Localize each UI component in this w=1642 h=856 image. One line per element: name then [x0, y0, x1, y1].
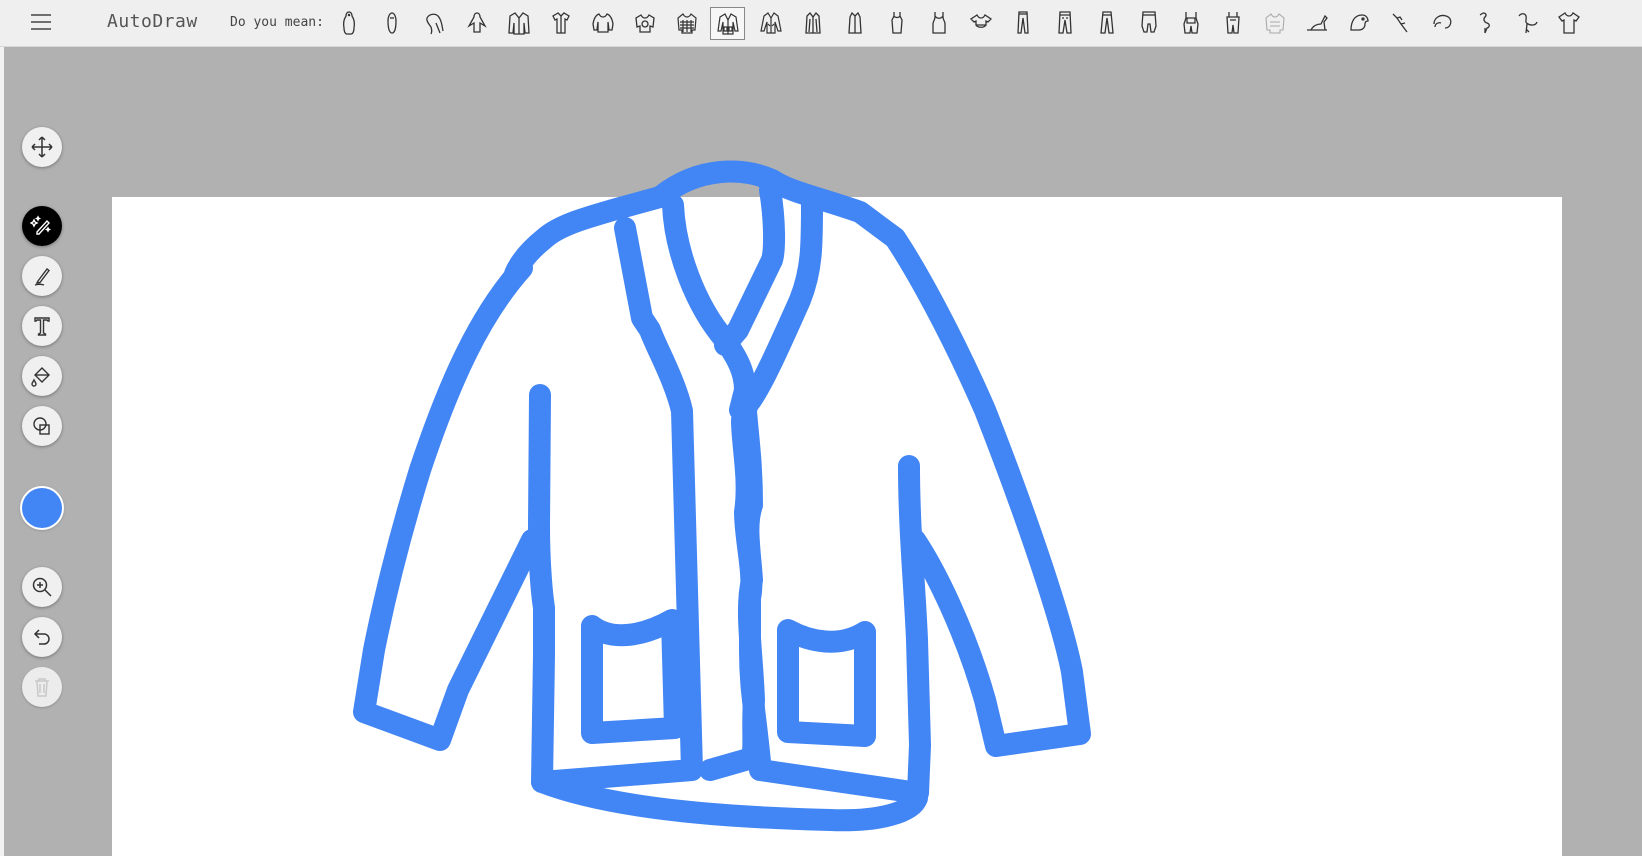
- suggestion-pants-3[interactable]: [1088, 4, 1126, 42]
- suggestion-pants-1[interactable]: [1004, 4, 1042, 42]
- paint-bucket-icon: [31, 367, 50, 387]
- fill-tool[interactable]: [22, 356, 62, 396]
- suggestion-dress-1[interactable]: [878, 4, 916, 42]
- undo-button[interactable]: [22, 617, 62, 657]
- suggestion-flamingo-1[interactable]: [1424, 4, 1462, 42]
- suggestion-bird-2[interactable]: [1382, 4, 1420, 42]
- suggestion-flamingo-2[interactable]: [1466, 4, 1504, 42]
- move-arrows-icon: [31, 136, 53, 158]
- suggestion-sweater-2[interactable]: [626, 4, 664, 42]
- suggestion-jacket-2[interactable]: [752, 4, 790, 42]
- trash-icon: [35, 678, 49, 697]
- drawing-canvas[interactable]: [112, 197, 1562, 856]
- suggestion-coat-1[interactable]: [794, 4, 832, 42]
- suggestion-jacket-1[interactable]: [500, 4, 538, 42]
- suggestion-sweater-4[interactable]: [1256, 4, 1294, 42]
- top-toolbar: AutoDraw Do you mean:: [0, 0, 1642, 47]
- suggestion-pants-4[interactable]: [1130, 4, 1168, 42]
- draw-tool[interactable]: [22, 256, 62, 296]
- suggestions-label: Do you mean:: [230, 15, 324, 30]
- select-move-tool[interactable]: [22, 127, 62, 167]
- zoom-in-icon: [32, 577, 52, 597]
- window-left-edge: [0, 0, 4, 856]
- suggestion-overalls-1[interactable]: [1172, 4, 1210, 42]
- suggestion-parrot[interactable]: [1340, 4, 1378, 42]
- undo-icon: [33, 629, 50, 645]
- type-tool[interactable]: [22, 306, 62, 346]
- suggestion-penguin-2[interactable]: [373, 4, 411, 42]
- suggestion-sweater-1[interactable]: [584, 4, 622, 42]
- shape-tool[interactable]: [22, 406, 62, 446]
- suggestion-overalls-2[interactable]: [1214, 4, 1252, 42]
- delete-button[interactable]: [22, 667, 62, 707]
- suggestion-penguin-4[interactable]: [458, 4, 496, 42]
- shapes-icon: [33, 417, 50, 435]
- suggestion-penguin-1[interactable]: [330, 4, 368, 42]
- suggestion-pants-2[interactable]: [1046, 4, 1084, 42]
- suggestion-shirt-2[interactable]: [962, 4, 1000, 42]
- hamburger-menu-icon[interactable]: [28, 11, 54, 33]
- suggestion-penguin-3[interactable]: [415, 4, 453, 42]
- suggestion-tank-top[interactable]: [920, 4, 958, 42]
- suggestion-shirt-1[interactable]: [542, 4, 580, 42]
- suggestion-tshirt[interactable]: [1550, 4, 1588, 42]
- magic-pencil-icon: [30, 215, 52, 235]
- suggestion-cardigan-selected[interactable]: [710, 7, 745, 40]
- pencil-icon: [34, 268, 50, 286]
- zoom-tool[interactable]: [22, 567, 62, 607]
- text-icon: [34, 317, 50, 336]
- suggestion-coat-2[interactable]: [836, 4, 874, 42]
- suggestion-bird-1[interactable]: [1298, 4, 1336, 42]
- suggestion-sweater-3[interactable]: [668, 4, 706, 42]
- color-picker-button[interactable]: [22, 488, 62, 528]
- app-title: AutoDraw: [107, 11, 198, 32]
- suggestion-flamingo-3[interactable]: [1508, 4, 1546, 42]
- autodraw-tool[interactable]: [22, 206, 62, 246]
